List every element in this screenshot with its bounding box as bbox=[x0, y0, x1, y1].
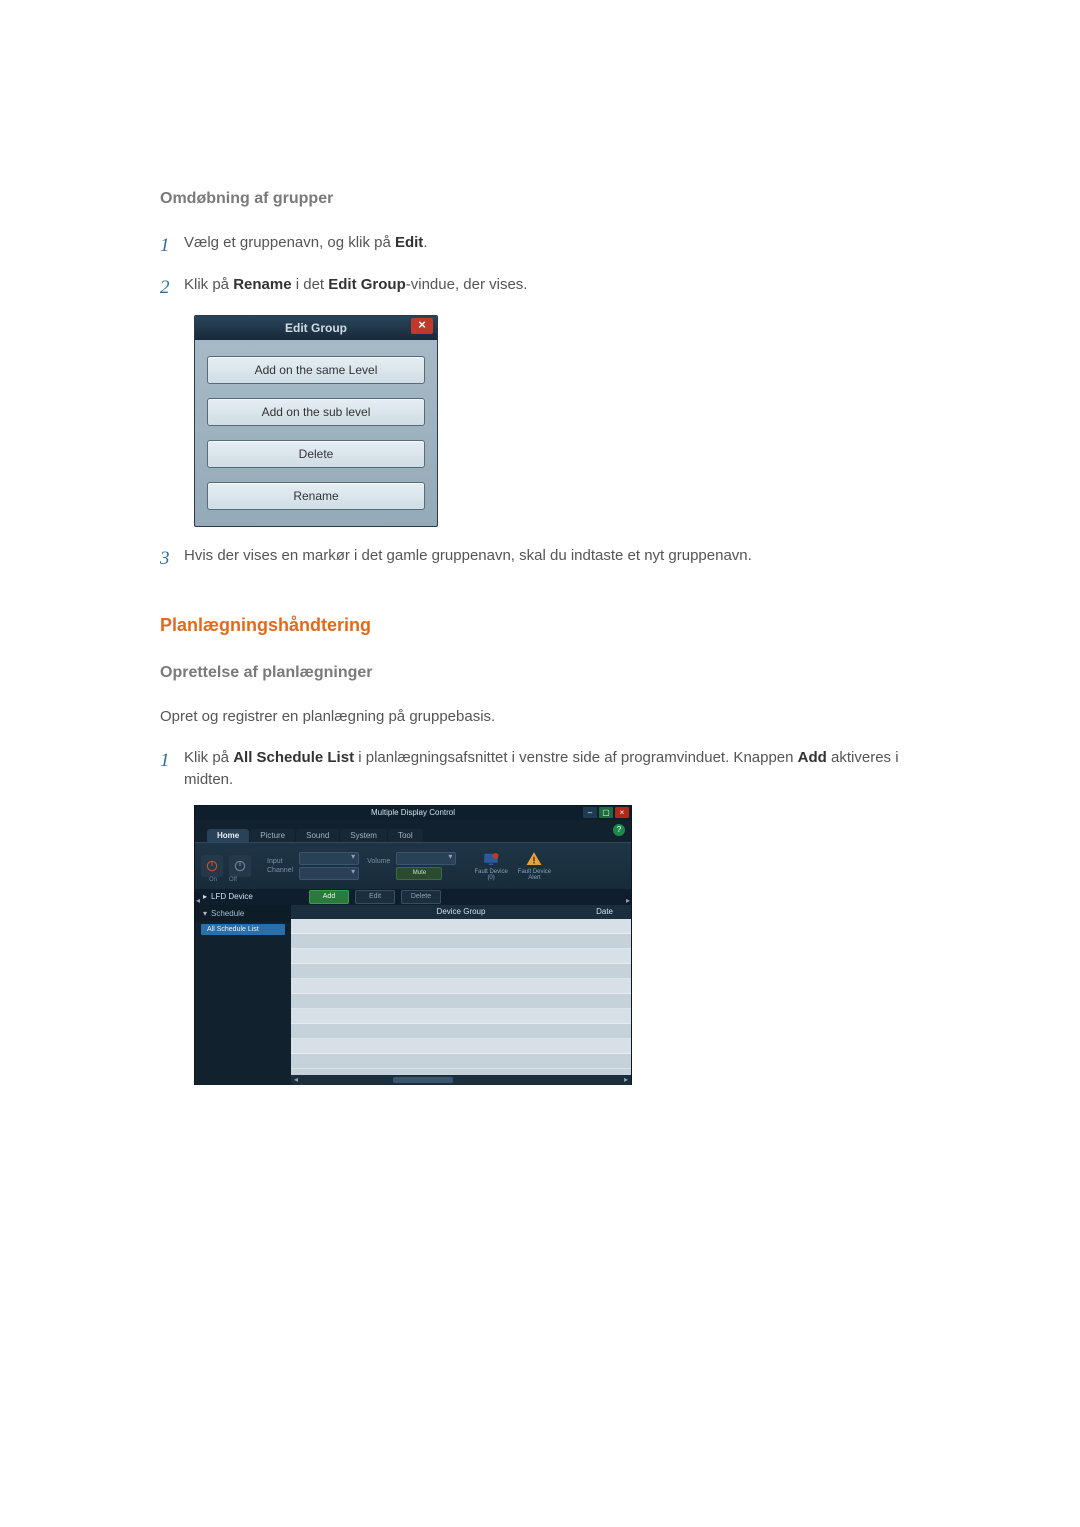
rename-steps: 1 Vælg et gruppenavn, og klik på Edit. 2… bbox=[160, 232, 920, 301]
close-icon[interactable]: × bbox=[615, 807, 629, 818]
input-label: Input bbox=[267, 858, 293, 865]
content-header: Device Group Date bbox=[291, 905, 631, 919]
tab-home[interactable]: Home bbox=[207, 829, 249, 842]
power-off-label: Off bbox=[229, 877, 237, 883]
workspace: ◂ ▸ ▾ Schedule All Schedule List Device … bbox=[195, 905, 631, 1085]
ribbon: On Off Input Channel Volume Mut bbox=[195, 842, 631, 889]
col-date: Date bbox=[596, 907, 613, 916]
tab-tool[interactable]: Tool bbox=[388, 829, 423, 842]
mdc-app-figure: Multiple Display Control – ▢ × ? Home Pi… bbox=[194, 805, 920, 1085]
create-schedules-heading: Oprettelse af planlægninger bbox=[160, 664, 920, 682]
scroll-thumb[interactable] bbox=[393, 1077, 453, 1083]
step-text: Klik på All Schedule List i planlægnings… bbox=[184, 747, 920, 791]
power-off-button[interactable] bbox=[229, 855, 251, 877]
rename-groups-heading: Omdøbning af grupper bbox=[160, 190, 920, 208]
step-number: 1 bbox=[160, 747, 184, 775]
step-text: Klik på Rename i det Edit Group-vindue, … bbox=[184, 274, 920, 296]
app-titlebar: Multiple Display Control – ▢ × bbox=[195, 806, 631, 820]
add-button[interactable]: Add bbox=[309, 890, 349, 904]
table-row bbox=[291, 949, 631, 964]
schedule-management-heading: Planlægningshåndtering bbox=[160, 615, 920, 636]
edit-group-dialog: Edit Group × Add on the same Level Add o… bbox=[194, 315, 438, 527]
step-1: 1 Klik på All Schedule List i planlægnin… bbox=[160, 747, 920, 791]
mute-button[interactable]: Mute bbox=[396, 867, 442, 880]
table-row bbox=[291, 1039, 631, 1054]
tab-sound[interactable]: Sound bbox=[296, 829, 339, 842]
power-on-label: On bbox=[209, 877, 217, 883]
add-same-level-button[interactable]: Add on the same Level bbox=[207, 356, 425, 384]
maximize-icon[interactable]: ▢ bbox=[599, 807, 613, 818]
table-row bbox=[291, 1009, 631, 1024]
sidebar: ▾ Schedule All Schedule List bbox=[195, 905, 291, 1085]
ribbon-tabs: Home Picture Sound System Tool bbox=[195, 820, 631, 842]
power-icon bbox=[205, 859, 219, 873]
app-title: Multiple Display Control bbox=[371, 808, 455, 817]
volume-select[interactable] bbox=[396, 852, 456, 865]
dialog-body: Add on the same Level Add on the sub lev… bbox=[195, 340, 437, 526]
col-device-group: Device Group bbox=[437, 907, 486, 916]
table-row bbox=[291, 934, 631, 949]
step-2: 2 Klik på Rename i det Edit Group-vindue… bbox=[160, 274, 920, 302]
delete-button[interactable]: Delete bbox=[401, 890, 441, 904]
fault-device-count[interactable]: Fault Device (0) bbox=[474, 850, 507, 882]
step-number: 2 bbox=[160, 274, 184, 302]
table-row bbox=[291, 994, 631, 1009]
caret-right-icon: ▸ bbox=[203, 892, 207, 901]
edit-group-dialog-figure: Edit Group × Add on the same Level Add o… bbox=[194, 315, 920, 527]
horizontal-scrollbar[interactable]: ◂ ▸ bbox=[291, 1075, 631, 1085]
tab-system[interactable]: System bbox=[340, 829, 387, 842]
scroll-right-icon[interactable]: ▸ bbox=[621, 1075, 631, 1085]
channel-label: Channel bbox=[267, 867, 293, 874]
content-area: Device Group Date bbox=[291, 905, 631, 1085]
dialog-titlebar: Edit Group × bbox=[195, 316, 437, 340]
step-text: Hvis der vises en markør i det gamle gru… bbox=[184, 545, 920, 567]
table-row bbox=[291, 979, 631, 994]
power-icon bbox=[233, 859, 247, 873]
step-text: Vælg et gruppenavn, og klik på Edit. bbox=[184, 232, 920, 254]
volume-label: Volume bbox=[367, 858, 390, 865]
step-number: 3 bbox=[160, 545, 184, 573]
action-bar: ▸ LFD Device Add Edit Delete bbox=[195, 889, 631, 905]
monitor-warning-icon bbox=[482, 850, 500, 868]
rename-steps-cont: 3 Hvis der vises en markør i det gamle g… bbox=[160, 545, 920, 573]
sidebar-item-schedule[interactable]: ▾ Schedule bbox=[195, 905, 291, 922]
rename-button[interactable]: Rename bbox=[207, 482, 425, 510]
edit-button[interactable]: Edit bbox=[355, 890, 395, 904]
minimize-icon[interactable]: – bbox=[583, 807, 597, 818]
step-3: 3 Hvis der vises en markør i det gamle g… bbox=[160, 545, 920, 573]
scroll-left-icon[interactable]: ◂ bbox=[291, 1075, 301, 1085]
table-row bbox=[291, 919, 631, 934]
close-icon[interactable]: × bbox=[411, 318, 433, 334]
table-row bbox=[291, 1024, 631, 1039]
sidebar-item-all-schedule-list[interactable]: All Schedule List bbox=[201, 924, 285, 935]
fault-device-alert[interactable]: Fault Device Alert bbox=[518, 850, 551, 882]
mdc-app-window: Multiple Display Control – ▢ × ? Home Pi… bbox=[194, 805, 632, 1085]
create-schedules-para: Opret og registrer en planlægning på gru… bbox=[160, 706, 920, 728]
collapse-left-icon[interactable]: ◂ bbox=[195, 892, 201, 910]
power-on-button[interactable] bbox=[201, 855, 223, 877]
step-number: 1 bbox=[160, 232, 184, 260]
dialog-title-text: Edit Group bbox=[285, 321, 347, 335]
input-select[interactable] bbox=[299, 852, 359, 865]
delete-button[interactable]: Delete bbox=[207, 440, 425, 468]
add-sub-level-button[interactable]: Add on the sub level bbox=[207, 398, 425, 426]
help-icon[interactable]: ? bbox=[613, 824, 625, 836]
lfd-device-label: LFD Device bbox=[211, 892, 253, 901]
table-row bbox=[291, 1054, 631, 1069]
warning-triangle-icon bbox=[525, 850, 543, 868]
tab-picture[interactable]: Picture bbox=[250, 829, 295, 842]
channel-select[interactable] bbox=[299, 867, 359, 880]
schedule-rows bbox=[291, 919, 631, 1069]
create-schedule-steps: 1 Klik på All Schedule List i planlægnin… bbox=[160, 747, 920, 791]
step-1: 1 Vælg et gruppenavn, og klik på Edit. bbox=[160, 232, 920, 260]
table-row bbox=[291, 964, 631, 979]
caret-down-icon: ▾ bbox=[203, 909, 207, 918]
